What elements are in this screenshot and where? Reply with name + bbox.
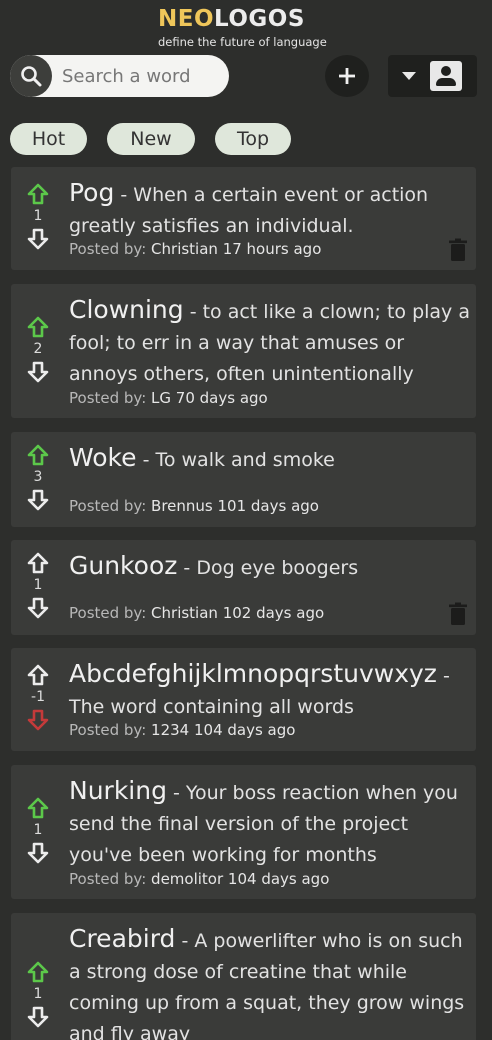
vote-control: 1 xyxy=(27,797,49,864)
upvote-arrow-icon[interactable] xyxy=(27,961,49,983)
post-card: 3 Woke - To walk and smoke Posted by: Br… xyxy=(11,432,476,527)
post-author-time: demolitor 104 days ago xyxy=(151,870,330,888)
post-meta: Posted by: LG 70 days ago xyxy=(69,389,268,407)
vote-control: 1 xyxy=(27,552,49,619)
post-author-time: Christian 102 days ago xyxy=(151,604,325,622)
posted-by-label: Posted by: xyxy=(69,870,147,888)
post-meta: Posted by: 1234 104 days ago xyxy=(69,721,295,739)
word-definition: - When a certain event or action greatly… xyxy=(69,184,429,237)
word-title[interactable]: Gunkooz xyxy=(69,551,177,580)
vote-score: 1 xyxy=(33,577,43,593)
post-author-time: Christian 17 hours ago xyxy=(151,240,322,258)
post-author-time: 1234 104 days ago xyxy=(151,721,296,739)
logo[interactable]: NEOLOGOS xyxy=(158,5,305,33)
vote-control: 1 xyxy=(27,961,49,1028)
tagline: define the future of language xyxy=(158,35,327,49)
upvote-arrow-icon[interactable] xyxy=(27,552,49,574)
post-author-time: Brennus 101 days ago xyxy=(151,497,319,515)
account-box-icon xyxy=(430,61,462,91)
post-card: -1 Abcdefghijklmnopqrstuvwxyz - The word… xyxy=(11,648,476,751)
post-card: 1 Nurking - Your boss reaction when you … xyxy=(11,765,476,899)
downvote-arrow-icon[interactable] xyxy=(27,709,49,731)
tab-new[interactable]: New xyxy=(107,123,195,155)
account-menu-button[interactable] xyxy=(388,55,477,97)
word-entry: Abcdefghijklmnopqrstuvwxyz - The word co… xyxy=(69,658,471,723)
upvote-arrow-icon[interactable] xyxy=(27,183,49,205)
trash-icon[interactable] xyxy=(448,238,468,262)
post-meta: Posted by: Brennus 101 days ago xyxy=(69,497,319,515)
downvote-arrow-icon[interactable] xyxy=(27,361,49,383)
vote-score: -1 xyxy=(31,689,45,705)
vote-score: 1 xyxy=(33,822,43,838)
post-author-time: LG 70 days ago xyxy=(151,389,268,407)
word-title[interactable]: Pog xyxy=(69,178,114,207)
vote-control: 2 xyxy=(27,316,49,383)
word-title[interactable]: Nurking xyxy=(69,776,167,805)
vote-control: 3 xyxy=(27,444,49,511)
post-card: 1 Creabird - A powerlifter who is on suc… xyxy=(11,913,476,1040)
add-word-button[interactable] xyxy=(325,55,369,97)
word-entry: Nurking - Your boss reaction when you se… xyxy=(69,775,471,871)
word-entry: Creabird - A powerlifter who is on such … xyxy=(69,923,471,1040)
upvote-arrow-icon[interactable] xyxy=(27,797,49,819)
app-header: NEOLOGOS define the future of language xyxy=(0,0,492,102)
posted-by-label: Posted by: xyxy=(69,497,147,515)
word-entry: Pog - When a certain event or action gre… xyxy=(69,177,471,242)
post-meta: Posted by: demolitor 104 days ago xyxy=(69,870,329,888)
logo-neo: NEO xyxy=(158,6,215,32)
downvote-arrow-icon[interactable] xyxy=(27,842,49,864)
word-title[interactable]: Woke xyxy=(69,443,137,472)
posted-by-label: Posted by: xyxy=(69,604,147,622)
search-input[interactable] xyxy=(62,55,222,97)
word-definition: - To walk and smoke xyxy=(142,449,335,471)
downvote-arrow-icon[interactable] xyxy=(27,489,49,511)
word-definition: - Dog eye boogers xyxy=(183,557,359,579)
vote-score: 2 xyxy=(33,341,43,357)
word-entry: Gunkooz - Dog eye boogers xyxy=(69,550,471,584)
post-card: 1 Gunkooz - Dog eye boogers Posted by: C… xyxy=(11,540,476,635)
word-entry: Clowning - to act like a clown; to play … xyxy=(69,294,471,390)
downvote-arrow-icon[interactable] xyxy=(27,1006,49,1028)
tab-hot[interactable]: Hot xyxy=(10,123,87,155)
vote-score: 3 xyxy=(33,469,43,485)
word-title[interactable]: Creabird xyxy=(69,924,175,953)
posted-by-label: Posted by: xyxy=(69,389,147,407)
vote-score: 1 xyxy=(33,208,43,224)
posted-by-label: Posted by: xyxy=(69,721,147,739)
downvote-arrow-icon[interactable] xyxy=(27,228,49,250)
vote-score: 1 xyxy=(33,986,43,1002)
upvote-arrow-icon[interactable] xyxy=(27,664,49,686)
logo-logos: LOGOS xyxy=(214,6,305,32)
post-meta: Posted by: Christian 102 days ago xyxy=(69,604,324,622)
posted-by-label: Posted by: xyxy=(69,240,147,258)
post-card: 2 Clowning - to act like a clown; to pla… xyxy=(11,284,476,418)
search-icon xyxy=(21,66,42,87)
upvote-arrow-icon[interactable] xyxy=(27,316,49,338)
word-entry: Woke - To walk and smoke xyxy=(69,442,471,476)
vote-control: 1 xyxy=(27,183,49,250)
search-button[interactable] xyxy=(10,55,52,97)
post-meta: Posted by: Christian 17 hours ago xyxy=(69,240,321,258)
plus-icon xyxy=(339,68,355,84)
downvote-arrow-icon[interactable] xyxy=(27,597,49,619)
word-title[interactable]: Abcdefghijklmnopqrstuvwxyz xyxy=(69,659,437,688)
post-card: 1 Pog - When a certain event or action g… xyxy=(11,167,476,270)
vote-control: -1 xyxy=(27,664,49,731)
upvote-arrow-icon[interactable] xyxy=(27,444,49,466)
search-bar xyxy=(10,55,229,97)
tab-top[interactable]: Top xyxy=(215,123,291,155)
word-title[interactable]: Clowning xyxy=(69,295,184,324)
trash-icon[interactable] xyxy=(448,602,468,626)
caret-down-icon xyxy=(402,72,416,80)
